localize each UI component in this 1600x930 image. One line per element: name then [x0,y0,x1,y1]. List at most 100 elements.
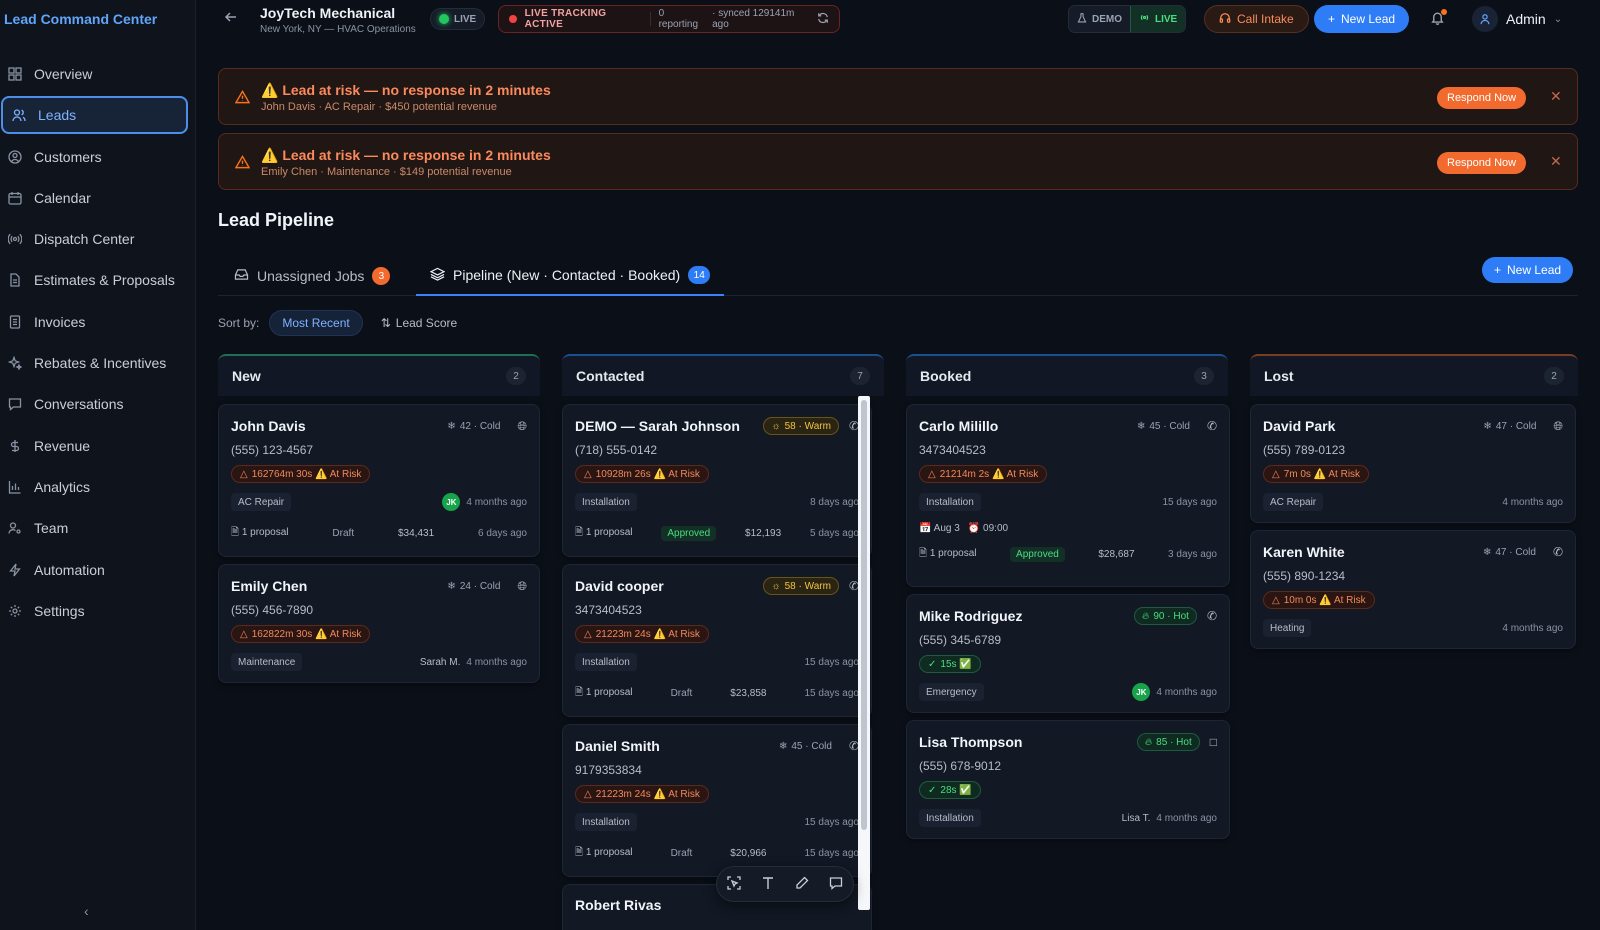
lead-card[interactable]: Lisa Thompson 🔥︎ 85 · Hot □ (555) 678-9012… [906,720,1230,839]
refresh-icon[interactable] [817,12,829,27]
pipeline-tabs: Unassigned Jobs 3 Pipeline (New · Contac… [218,256,1578,296]
scrollbar-thumb[interactable] [861,400,867,830]
close-icon[interactable]: ✕ [1550,153,1562,170]
respond-now-button[interactable]: Respond Now [1437,152,1527,174]
new-lead-button[interactable]: + New Lead [1482,257,1574,283]
lead-card[interactable]: DEMO — Sarah Johnson ☼ 58 · Warm ✆ (718) 5… [562,404,872,557]
sidebar-item-automation[interactable]: Automation [0,551,196,589]
sidebar-item-estimates[interactable]: Estimates & Proposals [0,261,196,299]
tab-label: Unassigned Jobs [257,268,365,284]
mode-live-button[interactable]: LIVE [1130,6,1186,32]
respond-now-button[interactable]: Respond Now [1437,87,1527,109]
sidebar-item-label: Revenue [34,437,91,454]
proposal-amount: $28,687 [1098,549,1135,560]
proposal-age: 5 days ago [810,528,859,539]
lead-card[interactable]: David cooper ☼ 58 · Warm ✆ 3473404523 △ 212… [562,564,872,717]
lead-card[interactable]: Karen White ❄ 47 · Cold ✆ (555) 890-1234 △… [1250,530,1576,649]
sidebar-item-calendar[interactable]: Calendar [0,179,196,217]
lead-name: Robert Rivas [575,897,662,913]
back-button[interactable] [224,10,238,27]
lead-age: 8 days ago [810,496,859,508]
alert-subtitle: Emily Chen · Maintenance · $149 potentia… [261,166,512,178]
globe-icon[interactable]: 🌐︎ [517,579,527,594]
comment-tool-icon[interactable] [829,876,843,893]
risk-label: 21223m 24s ⚠️ At Risk [595,788,700,800]
lead-name: Carlo Milillo [919,418,999,434]
warning-icon: △ [240,628,248,640]
lead-card[interactable]: Daniel Smith ❄ 45 · Cold ✆ 9179353834 △ 212… [562,724,872,877]
warning-icon: △ [584,628,592,640]
lead-card[interactable]: Mike Rodriguez 🔥︎ 90 · Hot ✆ (555) 345-678… [906,594,1230,713]
document-icon: 🗎︎ [919,548,928,559]
proposal-age: 6 days ago [478,528,527,539]
sidebar-item-label: Customers [34,148,102,165]
sidebar-item-overview[interactable]: Overview [0,55,196,93]
notification-dot [1441,9,1447,15]
column-header: New 2 [218,354,540,396]
at-risk-badge: △ 162764m 30s ⚠️ At Risk [231,465,371,483]
warning-icon: △ [584,468,592,480]
at-risk-badge: △ 7m 0s ⚠️ At Risk [1263,465,1370,483]
sidebar-item-analytics[interactable]: Analytics [0,468,196,506]
snowflake-icon: ❄ [447,580,456,592]
sort-most-recent[interactable]: Most Recent [269,310,363,336]
lead-score-badge: 🔥︎ 90 · Hot [1134,607,1197,625]
service-tag: Installation [575,493,637,511]
tab-unassigned-jobs[interactable]: Unassigned Jobs 3 [234,256,391,296]
sidebar-item-invoices[interactable]: Invoices [0,303,196,341]
select-tool-icon[interactable] [727,875,741,893]
sidebar-item-customers[interactable]: Customers [0,138,196,176]
sidebar: Lead Command Center Overview Leads Custo… [0,0,196,930]
sidebar-item-conversations[interactable]: Conversations [0,385,196,423]
sidebar-item-label: Rebates & Incentives [34,355,167,372]
lead-card[interactable]: David Park ❄ 47 · Cold 🌐︎ (555) 789-0123 △… [1250,404,1576,523]
alert-subtitle: John Davis · AC Repair · $450 potential … [261,101,498,113]
sidebar-collapse-button[interactable]: ‹ [84,903,89,919]
lead-risk-alert: ⚠️ Lead at risk — no response in 2 minut… [218,133,1578,190]
admin-menu[interactable]: Admin ⌄ [1472,6,1562,32]
column-title: New [232,368,261,384]
phone-icon[interactable]: ✆ [1553,545,1563,559]
notifications-button[interactable] [1430,9,1447,28]
lead-card[interactable]: Carlo Milillo ❄ 45 · Cold ✆ 3473404523 △ 21… [906,404,1230,587]
sidebar-item-settings[interactable]: Settings [0,592,196,630]
call-intake-button[interactable]: Call Intake [1204,5,1309,33]
text-tool-icon[interactable] [761,876,775,893]
column-scrollbar[interactable] [858,396,870,910]
lead-phone: (555) 123-4567 [231,443,314,457]
lead-score-badge: ☼ 58 · Warm [763,417,839,435]
user-circle-icon [8,149,22,164]
globe-icon[interactable]: 🌐︎ [517,419,527,434]
tab-label: Pipeline (New · Contacted · Booked) [453,267,681,283]
sidebar-item-rebates[interactable]: Rebates & Incentives [0,344,196,382]
sidebar-item-team[interactable]: Team [0,509,196,547]
phone-icon[interactable]: ✆ [1207,609,1217,623]
headset-icon [1219,12,1231,27]
lead-phone: 3473404523 [919,443,986,457]
proposal-count: 🗎︎ 1 proposal [231,525,289,542]
sidebar-item-leads[interactable]: Leads [1,96,188,135]
proposal-status: Draft [670,848,693,859]
lead-card[interactable]: John Davis ❄ 42 · Cold 🌐︎ (555) 123-4567 △… [218,404,540,557]
sidebar-item-revenue[interactable]: Revenue [0,427,196,465]
globe-icon[interactable]: 🌐︎ [1553,419,1563,434]
score-label: 42 · Cold [459,420,501,432]
close-icon[interactable]: ✕ [1550,88,1562,105]
pencil-tool-icon[interactable] [795,876,809,893]
lead-card[interactable]: Emily Chen ❄ 24 · Cold 🌐︎ (555) 456-7890 △… [218,564,540,683]
signal-icon [1139,12,1150,26]
chat-icon[interactable]: □ [1210,735,1217,749]
new-lead-button[interactable]: + New Lead [1314,5,1410,33]
sort-lead-score[interactable]: ⇅ Lead Score [373,316,465,330]
phone-icon[interactable]: ✆ [1207,419,1217,433]
mode-demo-button[interactable]: DEMO [1069,6,1130,32]
sidebar-item-dispatch-center[interactable]: Dispatch Center [0,220,196,258]
flame-icon: 🔥︎ [1144,736,1153,748]
bell-icon [1430,12,1445,28]
sort-bar: Sort by: Most Recent ⇅ Lead Score [218,310,465,336]
check-circle-icon: ✓ [928,784,937,796]
proposal-label: 1 proposal [585,847,633,858]
tab-pipeline[interactable]: Pipeline (New · Contacted · Booked) 14 [416,256,725,296]
inbox-icon [234,268,249,284]
synced-time: · synced 129141m ago [712,8,795,30]
